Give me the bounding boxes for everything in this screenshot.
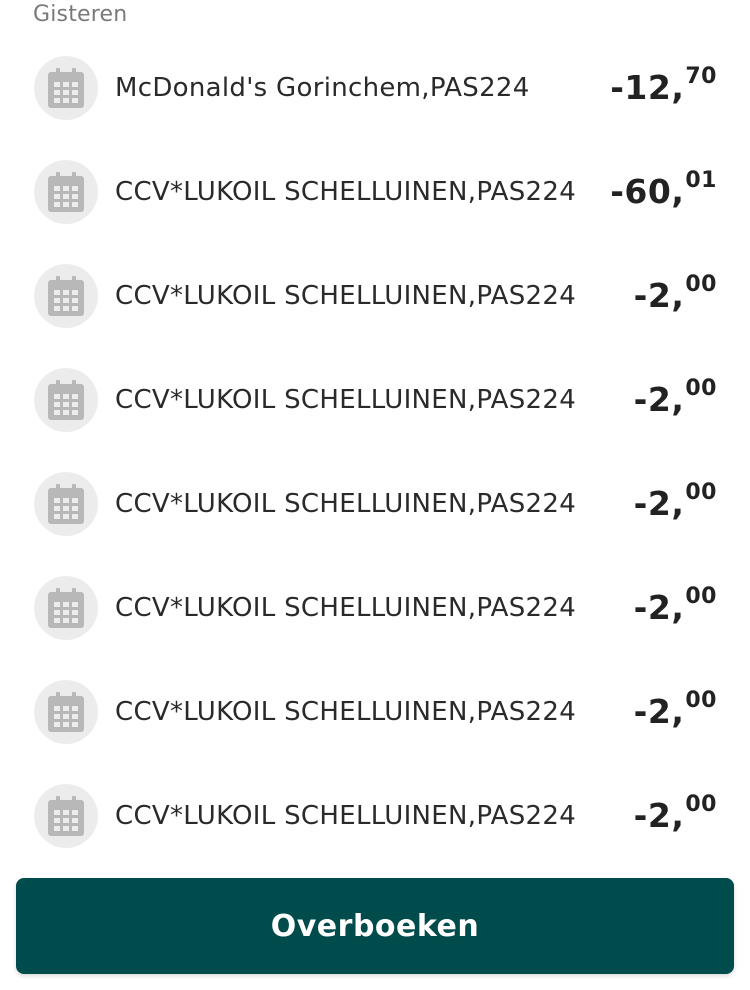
calendar-icon (34, 472, 98, 536)
amount-whole: -2, (633, 380, 685, 419)
amount-whole: -2, (633, 484, 685, 523)
transaction-description: CCV*LUKOIL SCHELLUINEN,PAS224 (115, 697, 577, 727)
transaction-amount: -2, 00 (634, 274, 717, 318)
transaction-amount: -2, 00 (634, 794, 717, 838)
transaction-description: CCV*LUKOIL SCHELLUINEN,PAS224 (115, 385, 577, 415)
transaction-amount: -60, 01 (610, 170, 717, 214)
amount-cents: 00 (685, 792, 717, 817)
calendar-icon (34, 264, 98, 328)
amount-cents: 00 (685, 376, 717, 401)
amount-cents: 00 (685, 688, 717, 713)
transaction-row[interactable]: McDonald's Gorinchem,PAS224 -12, 70 (0, 36, 750, 140)
amount-cents: 70 (685, 64, 717, 89)
transaction-description: CCV*LUKOIL SCHELLUINEN,PAS224 (115, 281, 577, 311)
section-header-date: Gisteren (33, 2, 128, 27)
transaction-row[interactable]: CCV*LUKOIL SCHELLUINEN,PAS224 -2, 00 (0, 660, 750, 764)
calendar-icon (34, 160, 98, 224)
transaction-description: CCV*LUKOIL SCHELLUINEN,PAS224 (115, 177, 577, 207)
calendar-icon (34, 576, 98, 640)
amount-whole: -2, (633, 796, 685, 835)
amount-cents: 00 (685, 480, 717, 505)
transaction-amount: -2, 00 (634, 482, 717, 526)
transaction-row[interactable]: CCV*LUKOIL SCHELLUINEN,PAS224 -2, 00 (0, 244, 750, 348)
transaction-amount: -2, 00 (634, 586, 717, 630)
amount-cents: 00 (685, 272, 717, 297)
transaction-description: CCV*LUKOIL SCHELLUINEN,PAS224 (115, 801, 577, 831)
calendar-icon (34, 784, 98, 848)
transaction-row[interactable]: CCV*LUKOIL SCHELLUINEN,PAS224 -2, 00 (0, 556, 750, 660)
amount-whole: -2, (633, 588, 685, 627)
amount-cents: 00 (685, 584, 717, 609)
transaction-description: CCV*LUKOIL SCHELLUINEN,PAS224 (115, 593, 577, 623)
transaction-amount: -2, 00 (634, 690, 717, 734)
transaction-list: McDonald's Gorinchem,PAS224 -12, 70 CCV*L… (0, 36, 750, 868)
amount-whole: -2, (633, 276, 685, 315)
amount-whole: -12, (610, 68, 685, 107)
transaction-row[interactable]: CCV*LUKOIL SCHELLUINEN,PAS224 -60, 01 (0, 140, 750, 244)
transaction-row[interactable]: CCV*LUKOIL SCHELLUINEN,PAS224 -2, 00 (0, 348, 750, 452)
calendar-icon (34, 368, 98, 432)
calendar-icon (34, 680, 98, 744)
transaction-amount: -12, 70 (610, 66, 717, 110)
amount-cents: 01 (685, 168, 717, 193)
transaction-amount: -2, 00 (634, 378, 717, 422)
transaction-description: CCV*LUKOIL SCHELLUINEN,PAS224 (115, 489, 577, 519)
transactions-screen: Gisteren McDonald's Gorinchem,PAS224 -12… (0, 0, 750, 990)
amount-whole: -2, (633, 692, 685, 731)
calendar-icon (34, 56, 98, 120)
transaction-description: McDonald's Gorinchem,PAS224 (115, 73, 530, 103)
amount-whole: -60, (610, 172, 685, 211)
transfer-button[interactable]: Overboeken (16, 878, 734, 974)
transaction-row[interactable]: CCV*LUKOIL SCHELLUINEN,PAS224 -2, 00 (0, 452, 750, 556)
